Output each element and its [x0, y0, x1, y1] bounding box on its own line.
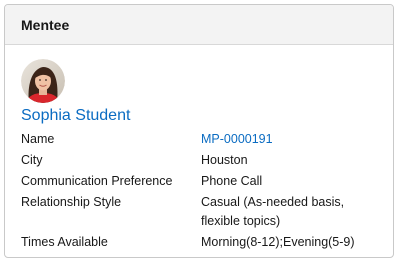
field-list: Name MP-0000191 City Houston Communicati…	[21, 130, 377, 252]
mentee-card: Mentee Sophia Student Name MP-0000191 Ci…	[4, 4, 394, 258]
card-header: Mentee	[5, 5, 393, 45]
card-title: Mentee	[21, 16, 70, 33]
field-value: Phone Call	[201, 174, 263, 188]
field-value: Casual (As-needed basis, flexible topics…	[201, 195, 345, 228]
avatar-photo-icon	[21, 59, 65, 103]
field-label: Times Available	[21, 235, 108, 249]
field-label: City	[21, 153, 43, 167]
field-label: Communication Preference	[21, 174, 173, 188]
field-value: Morning(8-12);Evening(5-9)	[201, 235, 355, 249]
field-row-name: Name MP-0000191	[21, 130, 377, 149]
record-name-link[interactable]: MP-0000191	[201, 130, 377, 149]
field-label: Name	[21, 132, 55, 146]
card-body: Sophia Student Name MP-0000191 City Hous…	[5, 45, 393, 252]
person-name-link[interactable]: Sophia Student	[21, 106, 377, 126]
field-value: Houston	[201, 153, 248, 167]
field-row-relationship-style: Relationship Style Casual (As-needed bas…	[21, 193, 377, 231]
field-row-city: City Houston	[21, 151, 377, 170]
avatar[interactable]	[21, 59, 65, 103]
field-row-communication-preference: Communication Preference Phone Call	[21, 172, 377, 191]
field-label: Relationship Style	[21, 195, 122, 209]
field-row-times-available: Times Available Morning(8-12);Evening(5-…	[21, 233, 377, 252]
